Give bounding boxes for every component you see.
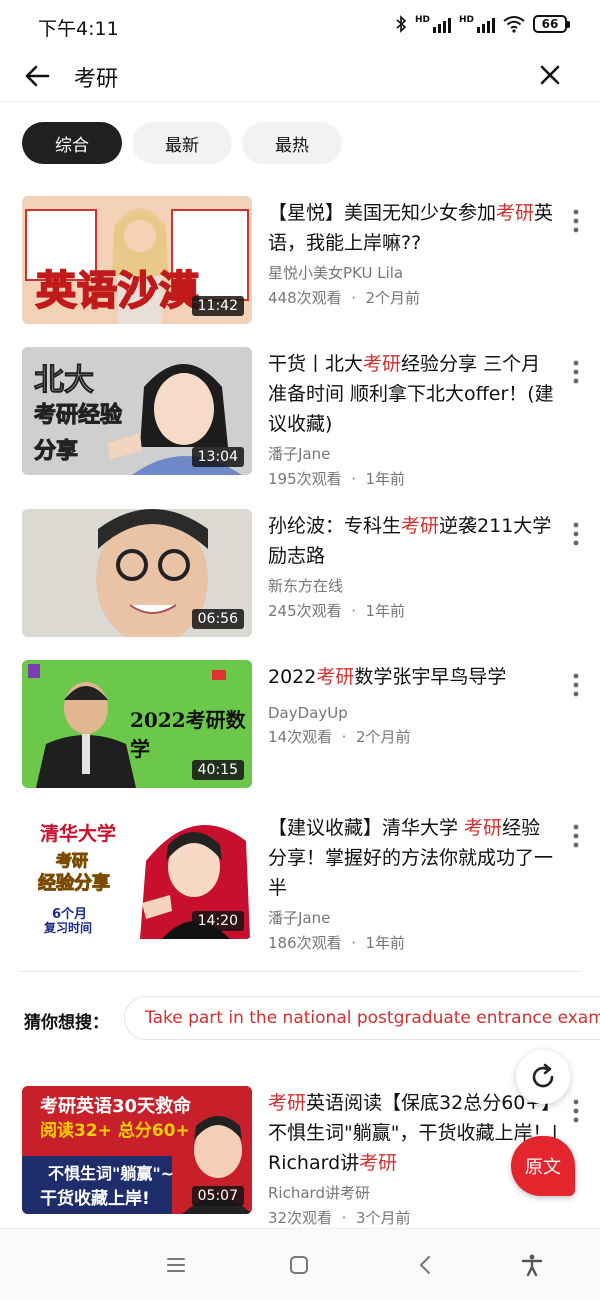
video-title[interactable]: 孙纶波：专科生考研逆袭211大学励志路 <box>268 511 558 571</box>
video-duration: 40:15 <box>191 760 244 780</box>
video-channel[interactable]: 潘子Jane <box>268 443 558 464</box>
more-options-icon[interactable] <box>570 206 582 236</box>
thumbnail-caption: 考研经验 <box>33 403 123 429</box>
video-duration: 11:42 <box>191 296 244 316</box>
video-duration: 06:56 <box>191 609 244 629</box>
video-channel[interactable]: Richard讲考研 <box>268 1182 558 1203</box>
thumbnail-caption: 北大 <box>34 363 95 399</box>
battery-icon: 66 <box>533 15 570 33</box>
thumbnail-caption: 清华大学 <box>40 823 117 845</box>
more-options-icon[interactable] <box>570 670 582 700</box>
search-query[interactable]: 考研 <box>74 61 118 93</box>
close-icon[interactable] <box>536 61 564 89</box>
more-options-icon[interactable] <box>570 1096 582 1126</box>
video-thumbnail[interactable]: 2022考研数学 40:15 <box>22 660 252 788</box>
video-title[interactable]: 【建议收藏】清华大学 考研经验分享！掌握好的方法你就成功了一半 <box>268 813 558 903</box>
video-meta: 14次观看 · 2个月前 <box>268 728 411 746</box>
search-header: 考研 <box>0 52 600 102</box>
original-text-button[interactable]: 原文 <box>511 1136 575 1196</box>
thumbnail-caption: 不惧生词"躺赢"~ <box>48 1164 175 1183</box>
video-item[interactable]: 考研英语30天救命 阅读32+ 总分60+ 不惧生词"躺赢"~ 干货收藏上岸! … <box>0 1086 600 1227</box>
video-item[interactable]: 2022考研数学 40:15 2022考研数学张宇早鸟导学 DayDayUp 1… <box>0 660 600 792</box>
video-duration: 14:20 <box>191 911 244 931</box>
filter-chip-comprehensive[interactable]: 综合 <box>22 122 122 164</box>
thumbnail-caption: 2022考研数学 <box>130 708 246 761</box>
refresh-icon <box>532 1063 554 1088</box>
home-icon[interactable] <box>287 1253 311 1277</box>
video-meta: 186次观看 · 1年前 <box>268 934 406 952</box>
bluetooth-icon <box>396 15 407 33</box>
video-title[interactable]: 【星悦】美国无知少女参加考研英语，我能上岸嘛?? <box>268 198 558 258</box>
video-info: 【建议收藏】清华大学 考研经验分享！掌握好的方法你就成功了一半 潘子Jane 1… <box>268 813 558 953</box>
section-divider <box>18 971 582 972</box>
thumbnail-caption: 英语沙漠 <box>35 267 200 315</box>
video-item[interactable]: 清华大学 考研 经验分享 6个月 复习时间 14:20 【建议收藏】清华大学 考… <box>0 811 600 952</box>
thumbnail-caption: 干货收藏上岸! <box>40 1189 150 1209</box>
system-nav-bar <box>0 1228 600 1300</box>
video-title[interactable]: 2022考研数学张宇早鸟导学 <box>268 662 558 692</box>
more-options-icon[interactable] <box>570 821 582 851</box>
video-info: 【星悦】美国无知少女参加考研英语，我能上岸嘛?? 星悦小美女PKU Lila 4… <box>268 198 558 308</box>
video-duration: 13:04 <box>191 447 244 467</box>
video-thumbnail[interactable]: 清华大学 考研 经验分享 6个月 复习时间 14:20 <box>22 811 252 939</box>
video-channel[interactable]: 新东方在线 <box>268 575 558 596</box>
video-item[interactable]: 英语沙漠 11:42 【星悦】美国无知少女参加考研英语，我能上岸嘛?? 星悦小美… <box>0 196 600 328</box>
status-icons: HD HD 66 <box>395 15 570 33</box>
refresh-button[interactable] <box>516 1050 570 1104</box>
accessibility-icon[interactable] <box>520 1253 544 1277</box>
back-icon[interactable] <box>414 1253 438 1277</box>
thumbnail-caption: 复习时间 <box>44 921 93 935</box>
guess-search-label: 猜你想搜： <box>24 1013 109 1033</box>
video-thumbnail[interactable]: 北大 考研经验 分享 13:04 <box>22 347 252 475</box>
thumbnail-caption: 阅读32+ 总分60+ <box>40 1121 190 1141</box>
filter-chip-hottest[interactable]: 最热 <box>242 122 342 164</box>
video-duration: 05:07 <box>191 1186 244 1206</box>
video-channel[interactable]: DayDayUp <box>268 704 558 722</box>
filter-chip-latest[interactable]: 最新 <box>132 122 232 164</box>
menu-icon[interactable] <box>164 1253 188 1277</box>
signal-icon-2: HD <box>459 15 495 33</box>
guess-search-suggestion[interactable]: Take part in the national postgraduate e… <box>124 996 600 1040</box>
video-info: 孙纶波：专科生考研逆袭211大学励志路 新东方在线 245次观看 · 1年前 <box>268 511 558 621</box>
video-info: 干货丨北大考研经验分享 三个月准备时间 顺利拿下北大offer！(建议收藏) 潘… <box>268 349 558 489</box>
thumbnail-caption: 经验分享 <box>38 873 111 895</box>
video-thumbnail[interactable]: 英语沙漠 11:42 <box>22 196 252 324</box>
video-thumbnail[interactable]: 考研英语30天救命 阅读32+ 总分60+ 不惧生词"躺赢"~ 干货收藏上岸! … <box>22 1086 252 1214</box>
back-arrow-icon[interactable] <box>22 61 52 91</box>
wifi-icon <box>503 16 525 33</box>
video-item[interactable]: 06:56 孙纶波：专科生考研逆袭211大学励志路 新东方在线 245次观看 ·… <box>0 509 600 641</box>
more-options-icon[interactable] <box>570 357 582 387</box>
video-meta: 245次观看 · 1年前 <box>268 602 406 620</box>
video-thumbnail[interactable]: 06:56 <box>22 509 252 637</box>
status-bar: 下午4:11 HD HD 66 <box>0 0 600 52</box>
thumbnail-caption: 考研英语30天救命 <box>40 1096 192 1117</box>
video-meta: 195次观看 · 1年前 <box>268 470 406 488</box>
signal-icon-1: HD <box>415 15 451 33</box>
video-info: 2022考研数学张宇早鸟导学 DayDayUp 14次观看 · 2个月前 <box>268 662 558 747</box>
battery-level: 66 <box>533 15 567 33</box>
video-channel[interactable]: 星悦小美女PKU Lila <box>268 262 558 283</box>
video-channel[interactable]: 潘子Jane <box>268 907 558 928</box>
thumbnail-caption: 考研 <box>55 851 89 871</box>
video-item[interactable]: 北大 考研经验 分享 13:04 干货丨北大考研经验分享 三个月准备时间 顺利拿… <box>0 347 600 488</box>
status-time: 下午4:11 <box>38 18 119 40</box>
more-options-icon[interactable] <box>570 519 582 549</box>
video-title[interactable]: 干货丨北大考研经验分享 三个月准备时间 顺利拿下北大offer！(建议收藏) <box>268 349 558 439</box>
thumbnail-caption: 分享 <box>33 439 79 465</box>
filter-chips: 综合 最新 最热 <box>22 122 342 164</box>
video-meta: 32次观看 · 3个月前 <box>268 1209 411 1227</box>
video-meta: 448次观看 · 2个月前 <box>268 289 421 307</box>
